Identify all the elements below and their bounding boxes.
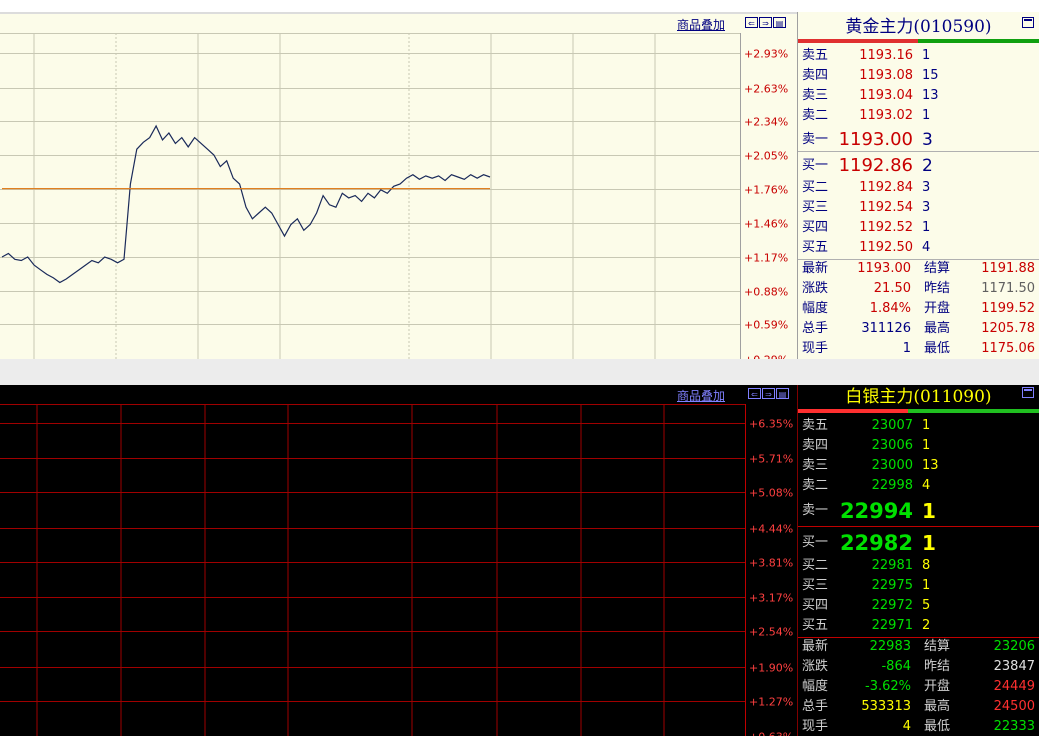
stat-row-range: 幅度 -3.62% 开盘 24449 — [802, 679, 1035, 694]
stat-row-volume: 总手 533313 最高 24500 — [802, 699, 1035, 714]
stat-row-latest: 最新 22983 结算 23206 — [802, 639, 1035, 654]
axis-tick-label: +1.17% — [744, 252, 788, 265]
axis-tick-label: +3.81% — [749, 557, 793, 570]
axis-tick-label: +2.54% — [749, 626, 793, 639]
divider — [798, 526, 1039, 527]
axis-tick-label: +1.46% — [744, 218, 788, 231]
chart-nav-buttons: ⇐ ⇒ ▤ — [745, 17, 786, 28]
silver-contract-title: 白银主力(011090) — [845, 387, 992, 407]
axis-tick-label: +2.05% — [744, 150, 788, 163]
axis-tick-label: +2.93% — [744, 48, 788, 61]
silver-intraday-chart[interactable]: +6.35% +5.71% +5.08% +4.44% +3.81% +3.17% +2.5… — [0, 385, 797, 736]
stat-row-change: 涨跌 -864 昨结 23847 — [802, 659, 1035, 674]
panel-separator — [0, 359, 1039, 385]
maximize-icon[interactable] — [1022, 17, 1034, 28]
axis-tick-label: +3.17% — [749, 592, 793, 605]
buy-level-3: 买三 22975 1 — [802, 578, 931, 593]
overlay-commodity-link[interactable]: 商品叠加 — [677, 387, 725, 404]
axis-tick-label: +1.76% — [744, 184, 788, 197]
sell-level-2: 卖二 1193.02 1 — [802, 108, 931, 123]
axis-tick-label: +1.27% — [749, 696, 793, 709]
sell-level-1: 卖一 22994 1 — [802, 499, 936, 523]
scroll-right-icon[interactable]: ⇒ — [762, 388, 775, 399]
sell-level-3: 卖三 1193.04 13 — [802, 88, 939, 103]
buy-level-5: 买五 22971 2 — [802, 618, 931, 633]
scroll-left-icon[interactable]: ⇐ — [745, 17, 758, 28]
bid-ask-ratio-bar-red — [798, 409, 908, 413]
buy-level-5: 买五 1192.50 4 — [802, 240, 931, 255]
scroll-right-icon[interactable]: ⇒ — [759, 17, 772, 28]
bid-ask-ratio-bar-green — [908, 409, 1039, 413]
panel-layout-icon[interactable]: ▤ — [776, 388, 789, 399]
stat-row-volume: 总手 311126 最高 1205.78 — [802, 321, 1035, 336]
bid-ask-ratio-bar-green — [918, 39, 1039, 43]
stat-row-latest: 最新 1193.00 结算 1191.88 — [802, 261, 1035, 276]
price-line — [1, 124, 491, 284]
buy-level-1: 买一 22982 1 — [802, 531, 936, 555]
gold-quote-panel: 黄金主力(010590) 卖五 1193.16 1 卖四 1193.08 15 卖三 11… — [797, 12, 1039, 359]
scroll-left-icon[interactable]: ⇐ — [748, 388, 761, 399]
axis-tick-label: +4.44% — [749, 523, 793, 536]
sell-level-4: 卖四 23006 1 — [802, 438, 931, 453]
axis-tick-label: +5.08% — [749, 487, 793, 500]
axis-tick-label: +5.71% — [749, 453, 793, 466]
axis-tick-label: +6.35% — [749, 418, 793, 431]
bid-ask-ratio-bar-red — [798, 39, 918, 43]
axis-tick-label: +0.59% — [744, 319, 788, 332]
stat-row-last-hand: 现手 4 最低 22333 — [802, 719, 1035, 734]
sell-level-5: 卖五 23007 1 — [802, 418, 931, 433]
buy-level-4: 买四 22972 5 — [802, 598, 931, 613]
stat-row-range: 幅度 1.84% 开盘 1199.52 — [802, 301, 1035, 316]
overlay-commodity-link[interactable]: 商品叠加 — [677, 16, 725, 33]
axis-tick-label: +1.90% — [749, 662, 793, 675]
sell-level-2: 卖二 22998 4 — [802, 478, 931, 493]
buy-level-1: 买一 1192.86 2 — [802, 155, 933, 176]
gold-intraday-chart[interactable]: +2.93% +2.63% +2.34% +2.05% +1.76% +1.46% +1.1… — [0, 12, 797, 359]
buy-level-4: 买四 1192.52 1 — [802, 220, 931, 235]
sell-level-5: 卖五 1193.16 1 — [802, 48, 931, 63]
axis-tick-label: +0.63% — [749, 731, 793, 737]
axis-tick-label: +2.34% — [744, 116, 788, 129]
sell-level-4: 卖四 1193.08 15 — [802, 68, 939, 83]
stat-row-last-hand: 现手 1 最低 1175.06 — [802, 341, 1035, 356]
axis-tick-label: +0.88% — [744, 286, 788, 299]
gold-contract-title: 黄金主力(010590) — [845, 17, 992, 37]
buy-level-2: 买二 22981 8 — [802, 558, 931, 573]
stat-row-change: 涨跌 21.50 昨结 1171.50 — [802, 281, 1035, 296]
maximize-icon[interactable] — [1022, 387, 1034, 398]
chart-nav-buttons: ⇐ ⇒ ▤ — [748, 388, 789, 399]
divider — [798, 151, 1039, 152]
sell-level-1: 卖一 1193.00 3 — [802, 129, 933, 150]
buy-level-2: 买二 1192.84 3 — [802, 180, 931, 195]
silver-quote-panel: 白银主力(011090) 卖五 23007 1 卖四 23006 1 卖三 23000 13… — [797, 385, 1039, 736]
buy-level-3: 买三 1192.54 3 — [802, 200, 931, 215]
sell-level-3: 卖三 23000 13 — [802, 458, 939, 473]
panel-layout-icon[interactable]: ▤ — [773, 17, 786, 28]
axis-tick-label: +2.63% — [744, 83, 788, 96]
